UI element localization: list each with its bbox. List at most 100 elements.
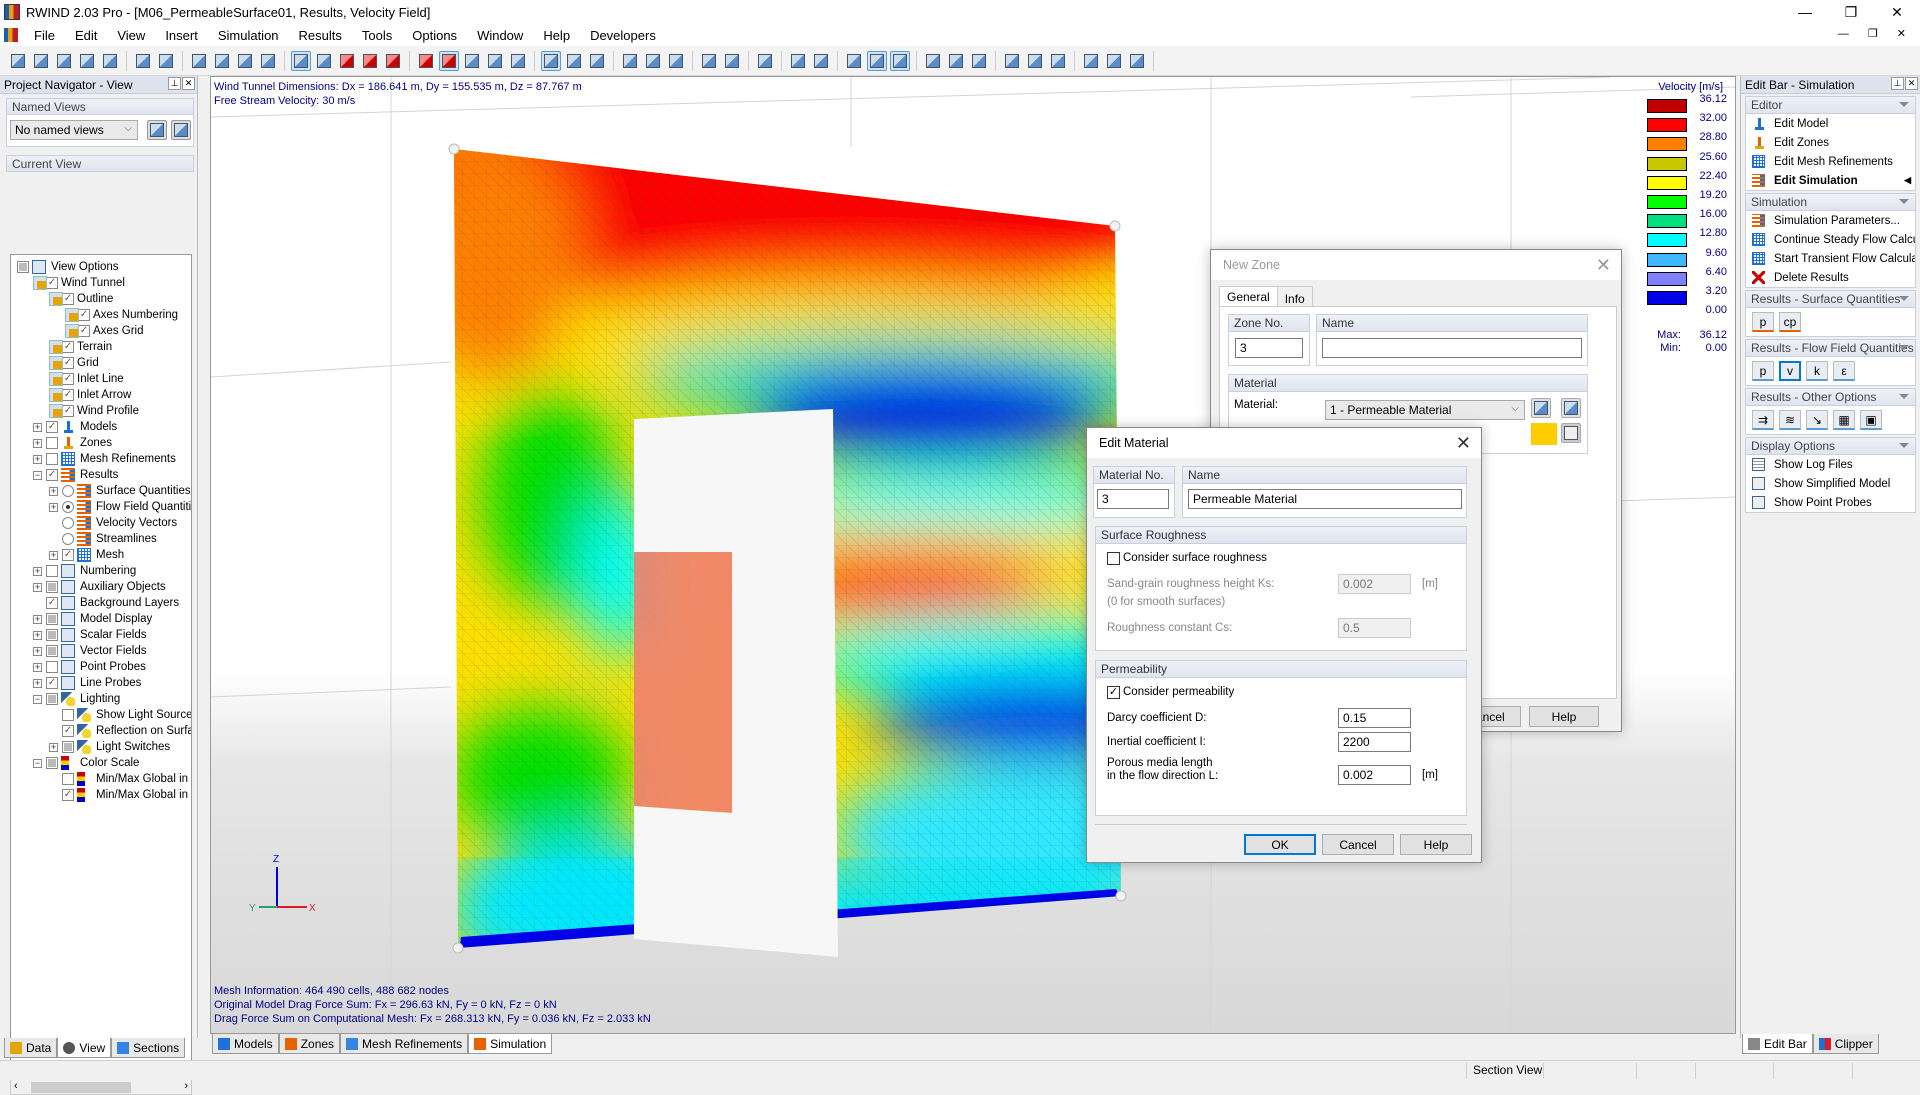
flow-k-button[interactable]: k [1806,361,1828,381]
toolbar-button-42-icon[interactable] [1081,51,1101,71]
apply-view-button[interactable] [147,120,167,140]
vectors-icon[interactable]: ⇉ [1752,410,1774,430]
checkbox[interactable]: ✓ [62,357,74,369]
maximize-button[interactable]: ❐ [1828,0,1874,24]
toolbar-button-39-icon[interactable] [1002,51,1022,71]
checkbox[interactable] [46,581,58,593]
menu-results[interactable]: Results [289,28,352,43]
collapse-icon[interactable]: − [33,470,42,480]
tree-item-streamlines[interactable]: Streamlines [49,531,157,547]
toolbar-button-28-icon[interactable] [699,51,719,71]
toolbar-button-8-icon[interactable] [189,51,209,71]
checkbox[interactable] [46,453,58,465]
checkbox[interactable] [46,565,58,577]
flow-p-button[interactable]: p [1752,361,1774,381]
toolbar-button-36-icon[interactable] [923,51,943,71]
chart-icon[interactable]: ↘ [1806,410,1828,430]
toolbar-button-7-icon[interactable] [156,51,176,71]
tree-item-grid[interactable]: ✓ Grid [49,355,99,371]
expand-icon[interactable]: + [49,550,58,560]
tree-item-zones[interactable]: + Zones [33,435,112,451]
flow-field-header[interactable]: Results - Flow Field Quantities [1746,340,1915,357]
toolbar-button-19-icon[interactable] [462,51,482,71]
checkbox[interactable] [62,773,74,785]
section-grid-icon[interactable]: ▦ [1833,410,1855,430]
tree-item-flow-field-quantities[interactable]: + Flow Field Quantities [49,499,191,515]
menu-simulation[interactable]: Simulation [208,28,289,43]
menu-help[interactable]: Help [533,28,580,43]
tree-item-point-probes[interactable]: + Point Probes [33,659,146,675]
toolbar-button-9-icon[interactable] [212,51,232,71]
toolbar-button-11-icon[interactable] [258,51,278,71]
tree-item-mesh-refinements[interactable]: + Mesh Refinements [33,451,176,467]
cs-input[interactable]: 0.5 [1338,618,1411,638]
pin-icon[interactable]: ⊥ [1891,77,1904,90]
tree-item-inlet-arrow[interactable]: ✓ Inlet Arrow [49,387,131,403]
consider-permeability-checkbox[interactable]: ✓ [1107,686,1120,699]
tree-item-models[interactable]: + ✓ Models [33,419,117,435]
collapse-icon[interactable]: − [33,758,42,768]
new-material-button[interactable] [1531,398,1551,418]
toolbar-button-27-icon[interactable] [666,51,686,71]
scroll-right-icon[interactable]: › [184,1080,188,1092]
toolbar-button-13-icon[interactable] [314,51,334,71]
collapse-icon[interactable]: − [33,694,42,704]
checkbox[interactable]: ✓ [46,469,58,481]
expand-icon[interactable]: + [33,454,42,464]
checkbox[interactable]: ✓ [78,309,90,321]
tree-item-outline[interactable]: −✓Outline [49,291,113,307]
tree-item-min-max-global-in-space[interactable]: Min/Max Global in Space [49,771,191,787]
radio-button[interactable] [62,501,74,513]
checkbox[interactable]: ✓ [46,421,58,433]
toolbar-button-44-icon[interactable] [1127,51,1147,71]
checkbox[interactable] [46,645,58,657]
expand-icon[interactable]: + [49,742,58,752]
checkbox[interactable] [46,757,58,769]
tree-item-axes-numbering[interactable]: ✓ Axes Numbering [65,307,178,323]
checkbox[interactable]: ✓ [62,389,74,401]
tree-horizontal-scrollbar[interactable]: ‹ › [10,1079,192,1095]
checkbox[interactable]: ✓ [62,293,74,305]
show-log-files-item[interactable]: Show Log Files [1746,455,1915,474]
toolbar-button-18-icon[interactable] [439,50,459,71]
toolbar-button-26-icon[interactable] [643,51,663,71]
named-views-dropdown[interactable]: No named views ⌵ [10,120,138,140]
toolbar-button-6-icon[interactable] [133,51,153,71]
start-transient-flow-item[interactable]: Start Transient Flow Calculation... [1746,249,1915,268]
checkbox[interactable]: ✓ [46,277,58,289]
toolbar-button-21-icon[interactable] [508,51,528,71]
toolbar-button-16-icon[interactable] [383,51,403,71]
tab-data[interactable]: Data [4,1038,58,1058]
tab-simulation[interactable]: Simulation [468,1034,553,1054]
menu-developers[interactable]: Developers [580,28,666,43]
toolbar-button-40-icon[interactable] [1025,51,1045,71]
close-icon[interactable]: ✕ [1596,255,1611,276]
surface-cp-button[interactable]: cp [1779,312,1801,332]
tab-clipper[interactable]: Clipper [1812,1034,1879,1054]
tab-view[interactable]: View [57,1038,112,1058]
other-options-header[interactable]: Results - Other Options [1746,389,1915,406]
toolbar-button-12-icon[interactable] [291,50,311,71]
darcy-input[interactable]: 0.15 [1338,708,1411,728]
tree-item-color-scale[interactable]: − Color Scale [33,755,139,771]
flow-epsilon-button[interactable]: ε [1833,361,1855,381]
delete-results-item[interactable]: Delete Results [1746,268,1915,287]
toolbar-button-31-icon[interactable] [788,51,808,71]
tab-zones[interactable]: Zones [278,1034,341,1054]
flow-v-button[interactable]: v [1779,361,1801,381]
toolbar-button-23-icon[interactable] [564,51,584,71]
expand-icon[interactable]: + [33,678,42,688]
toolbar-button-33-icon[interactable] [844,51,864,71]
tree-item-line-probes[interactable]: + ✓ Line Probes [33,675,141,691]
menu-view[interactable]: View [107,28,155,43]
checkbox[interactable]: ✓ [62,373,74,385]
show-simplified-model-checkbox[interactable]: Show Simplified Model [1746,474,1915,493]
tree-item-terrain[interactable]: ✓ Terrain [49,339,112,355]
checkbox[interactable] [46,613,58,625]
tree-item-surface-quantities[interactable]: + Surface Quantities [49,483,191,499]
toolbar-button-43-icon[interactable] [1104,51,1124,71]
edit-material-button[interactable] [1561,398,1581,418]
tree-item-velocity-vectors[interactable]: Velocity Vectors [49,515,177,531]
checkbox[interactable] [46,629,58,641]
edit-zones-item[interactable]: Edit Zones [1746,133,1915,152]
